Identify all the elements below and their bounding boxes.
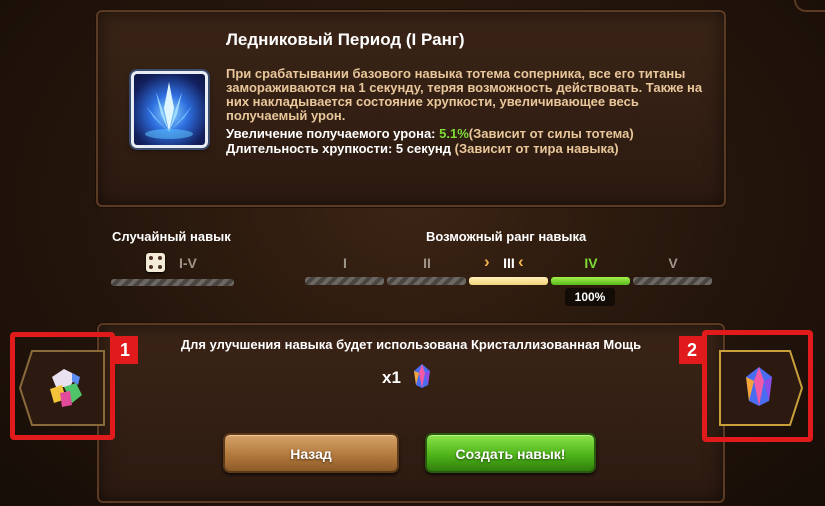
random-skill-range: I-V	[179, 255, 197, 271]
crystallized-power-icon	[411, 363, 433, 389]
fragility-duration-note: (Зависит от тира навыка)	[454, 141, 619, 156]
rank-ii-bar	[387, 277, 466, 285]
rank-ii-label: II	[423, 255, 431, 271]
possible-rank-label: Возможный ранг навыка	[426, 229, 587, 244]
rank-iv-label: IV	[584, 255, 598, 271]
skill-description: При срабатывании базового навыка тотема …	[226, 66, 703, 123]
rank-iv-bar	[551, 277, 630, 285]
back-button[interactable]: Назад	[223, 433, 399, 473]
skill-title: Ледниковый Период (I Ранг)	[226, 30, 465, 49]
annotation-tag-1: 1	[112, 336, 138, 364]
chevron-right-icon: ›	[484, 252, 490, 271]
rank-i-label: I	[343, 255, 347, 271]
rank-v-label: V	[668, 255, 678, 271]
annotation-frame-1	[10, 332, 115, 440]
rank-chance-badge: 100%	[565, 288, 615, 306]
fragility-duration-stat: Длительность хрупкости: 5 секунд (Зависи…	[226, 141, 619, 156]
chevron-left-icon: ‹	[518, 252, 524, 271]
corner-ornament	[794, 0, 825, 12]
rank-v-bar	[633, 277, 712, 285]
rank-iii-bar	[469, 277, 548, 285]
damage-increase-label: Увеличение получаемого урона:	[226, 126, 440, 141]
annotation-tag-2: 2	[679, 336, 705, 364]
ice-crystal-icon	[131, 71, 208, 148]
random-skill-label: Случайный навык	[112, 229, 231, 244]
damage-increase-stat: Увеличение получаемого урона: 5.1%(Завис…	[226, 126, 634, 141]
create-skill-button[interactable]: Создать навык!	[425, 433, 596, 473]
damage-increase-note: (Зависит от силы тотема)	[468, 126, 634, 141]
cost-amount: x1	[382, 368, 401, 387]
rank-iii-label: III	[503, 255, 515, 271]
random-skill-bar	[111, 279, 234, 286]
damage-increase-value: 5.1%	[439, 126, 469, 141]
annotation-frame-2	[702, 330, 813, 442]
dice-icon	[146, 253, 165, 272]
upgrade-description: Для улучшения навыка будет использована …	[180, 337, 642, 352]
rank-i-bar	[305, 277, 384, 285]
fragility-duration-label: Длительность хрупкости: 5 секунд	[226, 141, 455, 156]
